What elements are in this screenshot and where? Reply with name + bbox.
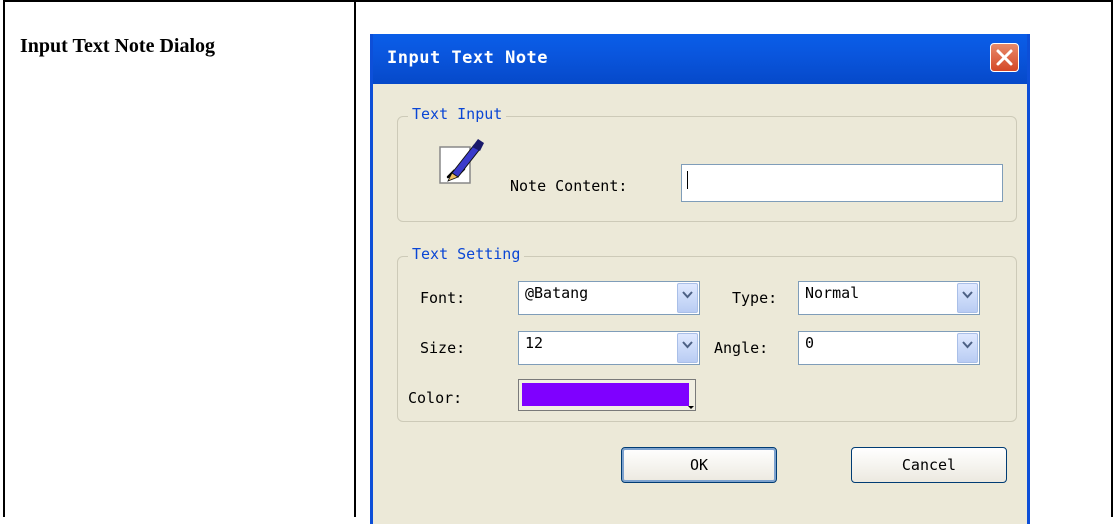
- title-bar[interactable]: Input Text Note: [373, 34, 1027, 84]
- angle-select[interactable]: 0: [798, 331, 980, 365]
- cancel-button[interactable]: Cancel: [851, 447, 1007, 483]
- close-button[interactable]: [990, 43, 1019, 72]
- chevron-down-icon: [962, 341, 973, 349]
- text-setting-legend: Text Setting: [408, 245, 525, 263]
- type-dropdown-button[interactable]: [957, 283, 978, 313]
- size-dropdown-button[interactable]: [677, 333, 698, 363]
- type-select[interactable]: Normal: [798, 281, 980, 315]
- font-label: Font:: [420, 289, 466, 307]
- note-content-input[interactable]: [681, 164, 1003, 202]
- text-input-legend: Text Input: [408, 105, 507, 123]
- font-dropdown-button[interactable]: [677, 283, 698, 313]
- note-pen-icon: [439, 139, 484, 184]
- size-select[interactable]: 12: [518, 331, 700, 365]
- text-setting-group: Text Setting Font: @Batang Type: Normal …: [397, 245, 1017, 422]
- dialog-caption: Input Text Note Dialog: [20, 35, 216, 57]
- chevron-down-icon: [682, 291, 693, 299]
- size-label: Size:: [420, 339, 466, 357]
- text-input-group: Text Input Note Content:: [397, 105, 1017, 222]
- color-picker-button[interactable]: [518, 379, 696, 411]
- color-dropdown-arrow: [688, 406, 694, 409]
- ok-button[interactable]: OK: [621, 447, 777, 483]
- angle-label: Angle:: [714, 339, 769, 357]
- text-caret: [687, 171, 688, 189]
- dialog-title: Input Text Note: [387, 48, 549, 68]
- chevron-down-icon: [962, 291, 973, 299]
- color-swatch: [522, 383, 689, 406]
- type-label: Type:: [732, 289, 778, 307]
- color-label: Color:: [408, 389, 463, 407]
- chevron-down-icon: [682, 341, 693, 349]
- angle-dropdown-button[interactable]: [957, 333, 978, 363]
- input-text-note-dialog: Input Text Note Text Input Note Content:…: [370, 34, 1030, 524]
- close-icon: [996, 49, 1013, 66]
- font-select[interactable]: @Batang: [518, 281, 700, 315]
- table-divider: [354, 0, 356, 517]
- note-content-label: Note Content:: [510, 177, 628, 195]
